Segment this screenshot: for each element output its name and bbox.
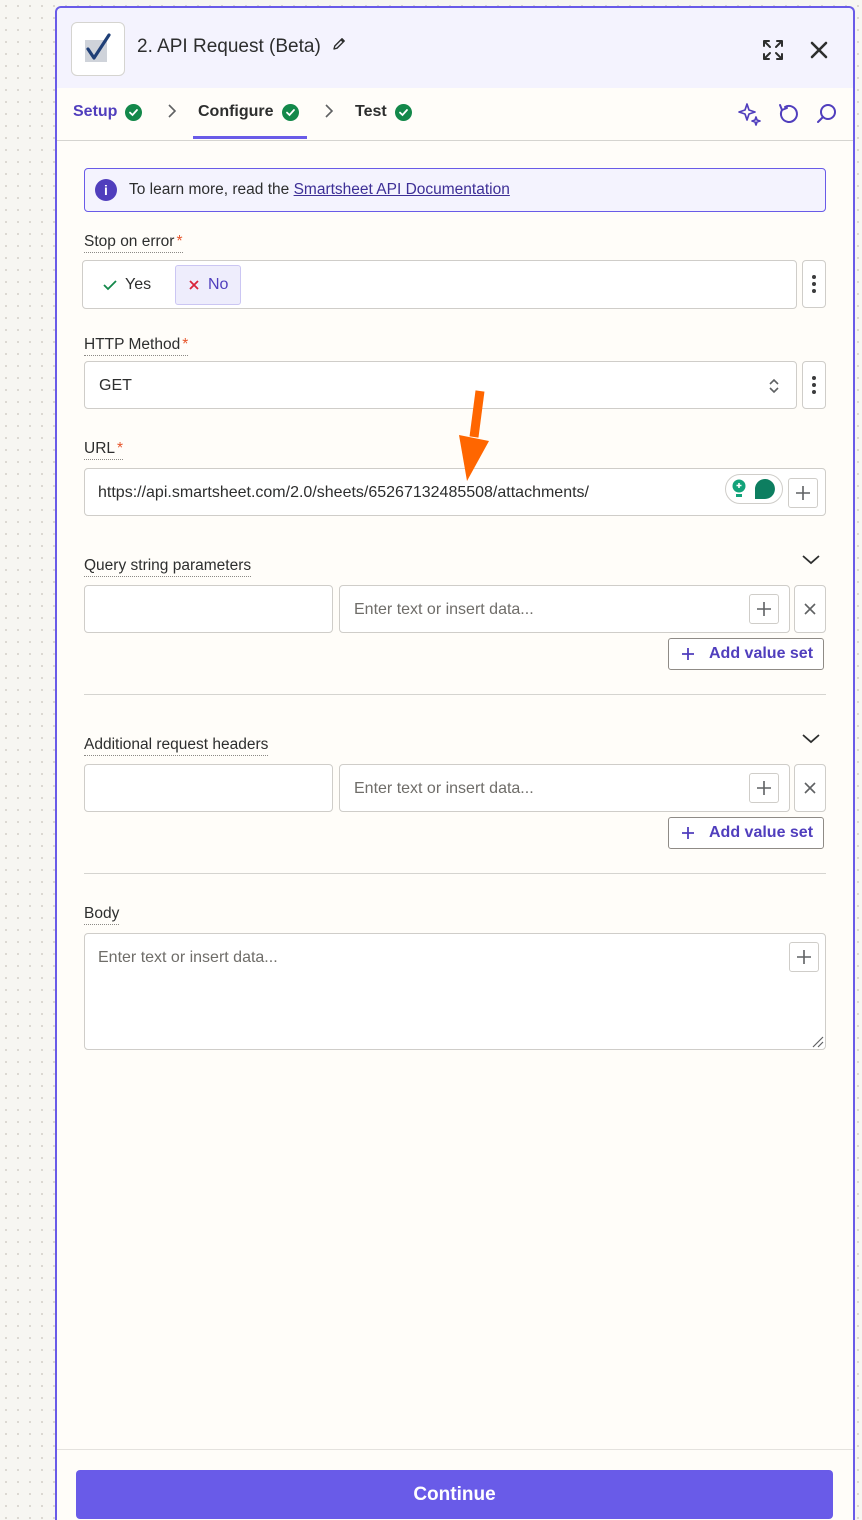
header-value-input[interactable]: Enter text or insert data...: [339, 764, 790, 812]
step-title-text: 2. API Request (Beta): [137, 36, 321, 57]
step-tabs: Setup Configure Test: [57, 88, 853, 141]
tab-test[interactable]: Test: [355, 103, 412, 121]
expand-icon[interactable]: [759, 36, 787, 64]
http-method-more-icon[interactable]: [802, 361, 826, 409]
edit-title-icon[interactable]: [331, 36, 347, 58]
select-arrows-icon: [769, 378, 779, 394]
add-query-value-set-button[interactable]: Add value set: [668, 638, 825, 670]
check-icon: [103, 280, 117, 291]
remove-header-icon[interactable]: [794, 764, 826, 812]
required-mark: *: [176, 233, 183, 250]
url-label-text: URL: [84, 440, 116, 457]
info-banner-text: To learn more, read the: [129, 181, 290, 198]
step-editor-panel: 2. API Request (Beta) Setup Configure Te…: [55, 6, 855, 1520]
chat-bubble-icon: [755, 479, 775, 499]
body-placeholder: Enter text or insert data...: [98, 949, 278, 966]
insert-data-plus-icon[interactable]: [788, 478, 818, 508]
yes-option[interactable]: Yes: [91, 266, 163, 304]
annotation-arrow-icon: [459, 390, 489, 481]
search-icon[interactable]: [813, 100, 841, 128]
info-banner: i To learn more, read the Smartsheet API…: [84, 168, 826, 212]
api-docs-link[interactable]: Smartsheet API Documentation: [294, 181, 510, 198]
remove-query-param-icon[interactable]: [794, 585, 826, 633]
panel-header: 2. API Request (Beta): [57, 8, 853, 88]
tab-setup[interactable]: Setup: [73, 103, 143, 121]
insert-data-plus-icon[interactable]: [749, 594, 779, 624]
x-icon: [189, 280, 199, 290]
chevron-down-icon[interactable]: [799, 548, 823, 572]
check-circle-icon: [394, 103, 412, 121]
step-title: 2. API Request (Beta): [137, 36, 347, 58]
url-label: URL *: [84, 440, 124, 460]
chevron-down-icon[interactable]: [799, 727, 823, 751]
add-header-value-set-label: Add value set: [709, 824, 814, 841]
http-method-label: HTTP Method *: [84, 336, 189, 356]
stop-on-error-toggle: Yes No: [82, 260, 797, 309]
stop-on-error-label: Stop on error *: [84, 233, 183, 253]
body-textarea[interactable]: Enter text or insert data...: [84, 933, 826, 1050]
http-method-select[interactable]: GET: [84, 361, 797, 409]
panel-footer: Continue: [57, 1449, 853, 1520]
continue-button[interactable]: Continue: [76, 1470, 833, 1519]
query-params-label: Query string parameters: [84, 557, 252, 577]
insert-data-plus-icon[interactable]: [789, 942, 819, 972]
stop-on-error-label-text: Stop on error: [84, 233, 175, 250]
insert-data-plus-icon[interactable]: [749, 773, 779, 803]
tab-configure[interactable]: Configure: [198, 103, 299, 121]
info-text: To learn more, read the Smartsheet API D…: [129, 181, 510, 199]
smartsheet-app-icon: [71, 22, 125, 76]
url-value: https://api.smartsheet.com/2.0/sheets/65…: [98, 484, 589, 501]
add-header-value-set-button[interactable]: Add value set: [668, 817, 825, 849]
chevron-right-icon: [167, 104, 177, 123]
active-tab-indicator: [193, 136, 307, 139]
info-icon: i: [95, 179, 117, 201]
sparkle-icon[interactable]: [736, 100, 764, 128]
no-option-label: No: [208, 276, 229, 293]
tab-setup-label: Setup: [73, 103, 118, 120]
tab-test-label: Test: [355, 103, 387, 120]
close-icon[interactable]: [805, 36, 833, 64]
add-query-value-set-label: Add value set: [709, 645, 814, 662]
body-label: Body: [84, 905, 120, 925]
resize-handle-icon[interactable]: [810, 1034, 824, 1048]
tab-configure-label: Configure: [198, 103, 274, 120]
header-key-input[interactable]: [84, 764, 333, 812]
query-param-value-input[interactable]: Enter text or insert data...: [339, 585, 790, 633]
chevron-right-icon: [324, 104, 334, 123]
ai-assist-toggle[interactable]: [725, 474, 783, 504]
check-circle-icon: [281, 103, 299, 121]
section-divider: [84, 694, 826, 695]
query-param-value-placeholder: Enter text or insert data...: [354, 601, 534, 618]
section-divider: [84, 873, 826, 874]
header-value-placeholder: Enter text or insert data...: [354, 780, 534, 797]
refresh-icon[interactable]: [775, 100, 803, 128]
stop-on-error-more-icon[interactable]: [802, 260, 826, 308]
check-circle-icon: [125, 103, 143, 121]
query-param-key-input[interactable]: [84, 585, 333, 633]
lightbulb-icon: [732, 479, 746, 497]
required-mark: *: [182, 336, 189, 353]
yes-option-label: Yes: [125, 276, 152, 293]
required-mark: *: [117, 440, 124, 457]
http-method-value: GET: [99, 377, 132, 394]
plus-icon: [682, 827, 694, 839]
no-option[interactable]: No: [175, 265, 242, 305]
plus-icon: [682, 648, 694, 660]
request-headers-label: Additional request headers: [84, 736, 269, 756]
http-method-label-text: HTTP Method: [84, 336, 181, 353]
